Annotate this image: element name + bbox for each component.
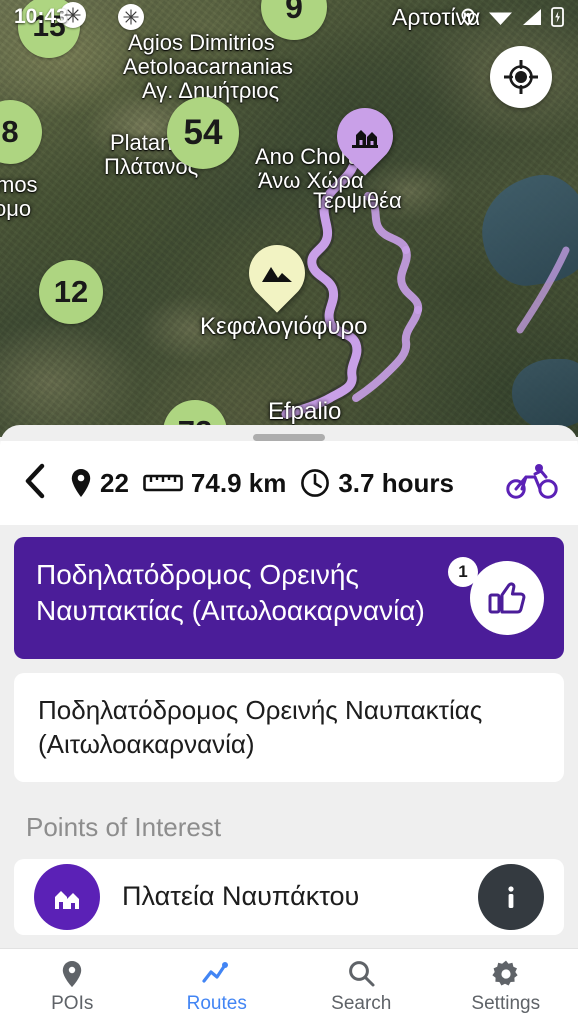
map-pin-icon [63,960,82,987]
wifi-icon [489,12,512,25]
distance-value: 74.9 km [190,467,287,498]
waypoint-count-value: 22 [100,467,129,498]
bottom-navigation: POIs Routes Search Settings [0,948,578,1024]
nav-label-search: Search [331,992,392,1014]
my-location-button[interactable] [490,46,552,108]
my-location-crosshair-icon [504,60,538,94]
like-button[interactable] [470,561,544,635]
bicycle-icon [506,463,558,499]
sheet-drag-handle[interactable] [253,434,325,441]
like-control[interactable]: 1 [448,557,544,635]
nav-item-pois[interactable]: POIs [0,959,145,1015]
map-pin-icon [71,469,91,497]
gear-icon [492,960,518,985]
back-button[interactable] [20,461,56,506]
village-houses-icon [55,890,79,909]
nav-item-settings[interactable]: Settings [434,959,578,1015]
ruler-icon [143,474,183,492]
duration-stat: 3.7 hours [300,468,454,499]
distance-stat: 74.9 km [143,468,286,499]
nav-label-routes: Routes [186,992,247,1014]
poi-info-button[interactable] [478,863,544,930]
village-houses-icon [352,130,378,148]
duration-value: 3.7 hours [338,467,454,498]
cellular-signal-icon [523,9,541,25]
map-view[interactable]: Agios Dimitrios Aetoloacarnanias Αγ. Δημήτ… [0,0,578,437]
poi-name: Πλατεία Ναυπάκτου [122,881,360,912]
route-title: Ποδηλατόδρομος Ορεινής Ναυπακτίας (Αιτωλ… [36,559,425,627]
poi-avatar [34,863,100,930]
nav-item-search[interactable]: Search [289,959,434,1015]
status-bar-clock: 10:43 [14,5,68,28]
route-description-card[interactable]: Ποδηλατόδρομος Ορεινής Ναυπακτίας (Αιτωλ… [14,673,564,782]
app-root: Agios Dimitrios Aetoloacarnanias Αγ. Δημήτ… [0,0,578,1024]
clock-icon [301,469,330,497]
mountain-icon [262,267,292,282]
bottom-sheet: 22 74.9 km 3.7 hours Ποδηλατόδρομος Ορει… [0,425,578,1024]
points-of-interest-heading: Points of Interest [26,811,222,842]
nav-item-routes[interactable]: Routes [145,959,290,1015]
thumbs-up-icon [488,582,526,614]
status-bar: 10:43 [0,0,578,34]
nav-label-pois: POIs [51,992,94,1014]
route-details-scroll[interactable]: Ποδηλατόδρομος Ορεινής Ναυπακτίας (Αιτωλ… [0,525,578,948]
route-line-icon [202,961,228,983]
back-chevron-icon [25,463,45,498]
map-cluster-marker[interactable]: 12 [39,260,103,324]
map-pin-outline-icon [461,8,475,26]
status-bar-icons [456,7,564,27]
activity-type-button[interactable] [506,462,558,505]
battery-icon [551,7,564,27]
like-count-badge: 1 [448,557,478,587]
search-icon [349,960,375,986]
map-cluster-marker[interactable]: 54 [167,97,239,169]
waypoint-count-stat: 22 [70,468,129,499]
route-description: Ποδηλατόδρομος Ορεινής Ναυπακτίας (Αιτωλ… [38,695,483,760]
nav-label-settings: Settings [471,992,541,1014]
route-summary-bar: 22 74.9 km 3.7 hours [0,441,578,525]
poi-list-item[interactable]: Πλατεία Ναυπάκτου [14,858,564,935]
info-icon [508,886,514,908]
route-title-card[interactable]: Ποδηλατόδρομος Ορεινής Ναυπακτίας (Αιτωλ… [14,537,564,659]
